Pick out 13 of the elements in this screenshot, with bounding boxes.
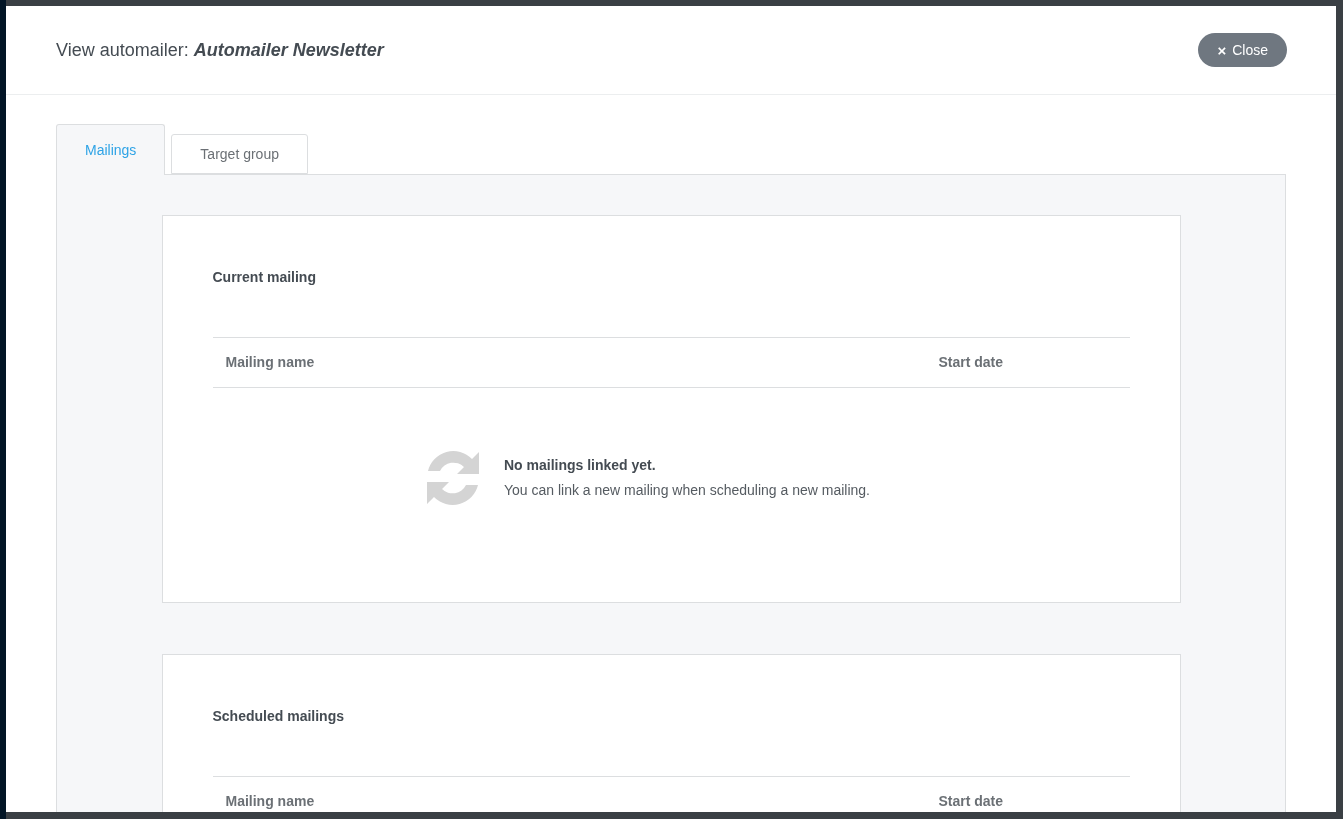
tab[interactable]: Target group bbox=[171, 134, 308, 174]
empty-state-message: You can link a new mailing when scheduling a new mailing. bbox=[503, 481, 870, 500]
close-button[interactable]: × Close bbox=[1198, 33, 1287, 67]
close-icon: × bbox=[1217, 42, 1227, 58]
empty-state-heading: No mailings linked yet. bbox=[503, 456, 657, 475]
section-title: Scheduled mailings bbox=[212, 707, 345, 725]
column-header: Mailing name bbox=[225, 353, 316, 372]
column-header: Start date bbox=[938, 792, 1005, 811]
column-header: Start date bbox=[938, 353, 1005, 372]
section-title: Current mailing bbox=[212, 268, 317, 286]
modal-title: View automailer: Automailer Newsletter bbox=[56, 38, 384, 62]
column-header: Mailing name bbox=[225, 792, 316, 811]
tab[interactable]: Mailings bbox=[56, 124, 166, 175]
